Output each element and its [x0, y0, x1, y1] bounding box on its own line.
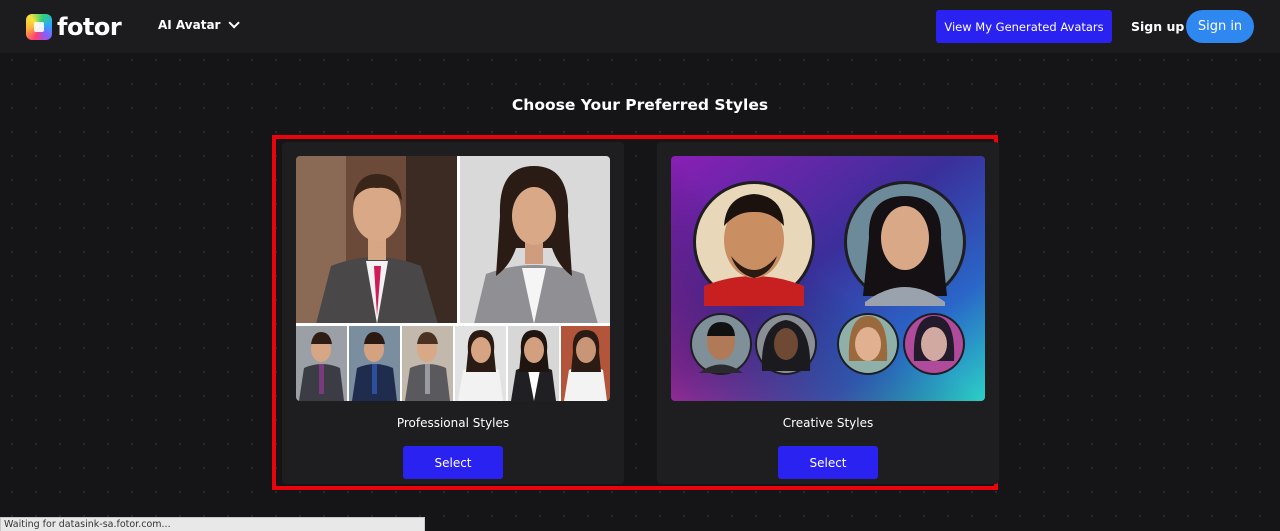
page-title: Choose Your Preferred Styles — [511, 96, 769, 114]
view-generated-avatars-button[interactable]: View My Generated Avatars — [936, 10, 1112, 43]
logo-text: fotor — [57, 13, 122, 41]
creative-styles-label: Creative Styles — [782, 416, 874, 430]
sign-in-button[interactable]: Sign in — [1186, 10, 1254, 43]
ai-avatar-menu-label: AI Avatar — [158, 18, 221, 32]
select-creative-button[interactable]: Select — [778, 446, 878, 479]
creative-styles-image — [671, 156, 985, 401]
creative-styles-card[interactable]: Creative Styles Select — [657, 142, 999, 484]
fotor-logo-icon — [26, 14, 52, 40]
fotor-logo[interactable]: fotor — [26, 13, 122, 41]
sign-up-link[interactable]: Sign up — [1131, 19, 1184, 34]
chevron-down-icon — [228, 17, 241, 29]
professional-styles-image — [296, 156, 610, 401]
top-header: fotor AI Avatar View My Generated Avatar… — [0, 0, 1280, 53]
professional-styles-label: Professional Styles — [396, 416, 510, 430]
select-professional-button[interactable]: Select — [403, 446, 503, 479]
ai-avatar-menu[interactable]: AI Avatar — [158, 17, 241, 32]
professional-styles-card[interactable]: Professional Styles Select — [282, 142, 624, 484]
browser-status-bar: Waiting for datasink-sa.fotor.com... — [0, 517, 425, 531]
